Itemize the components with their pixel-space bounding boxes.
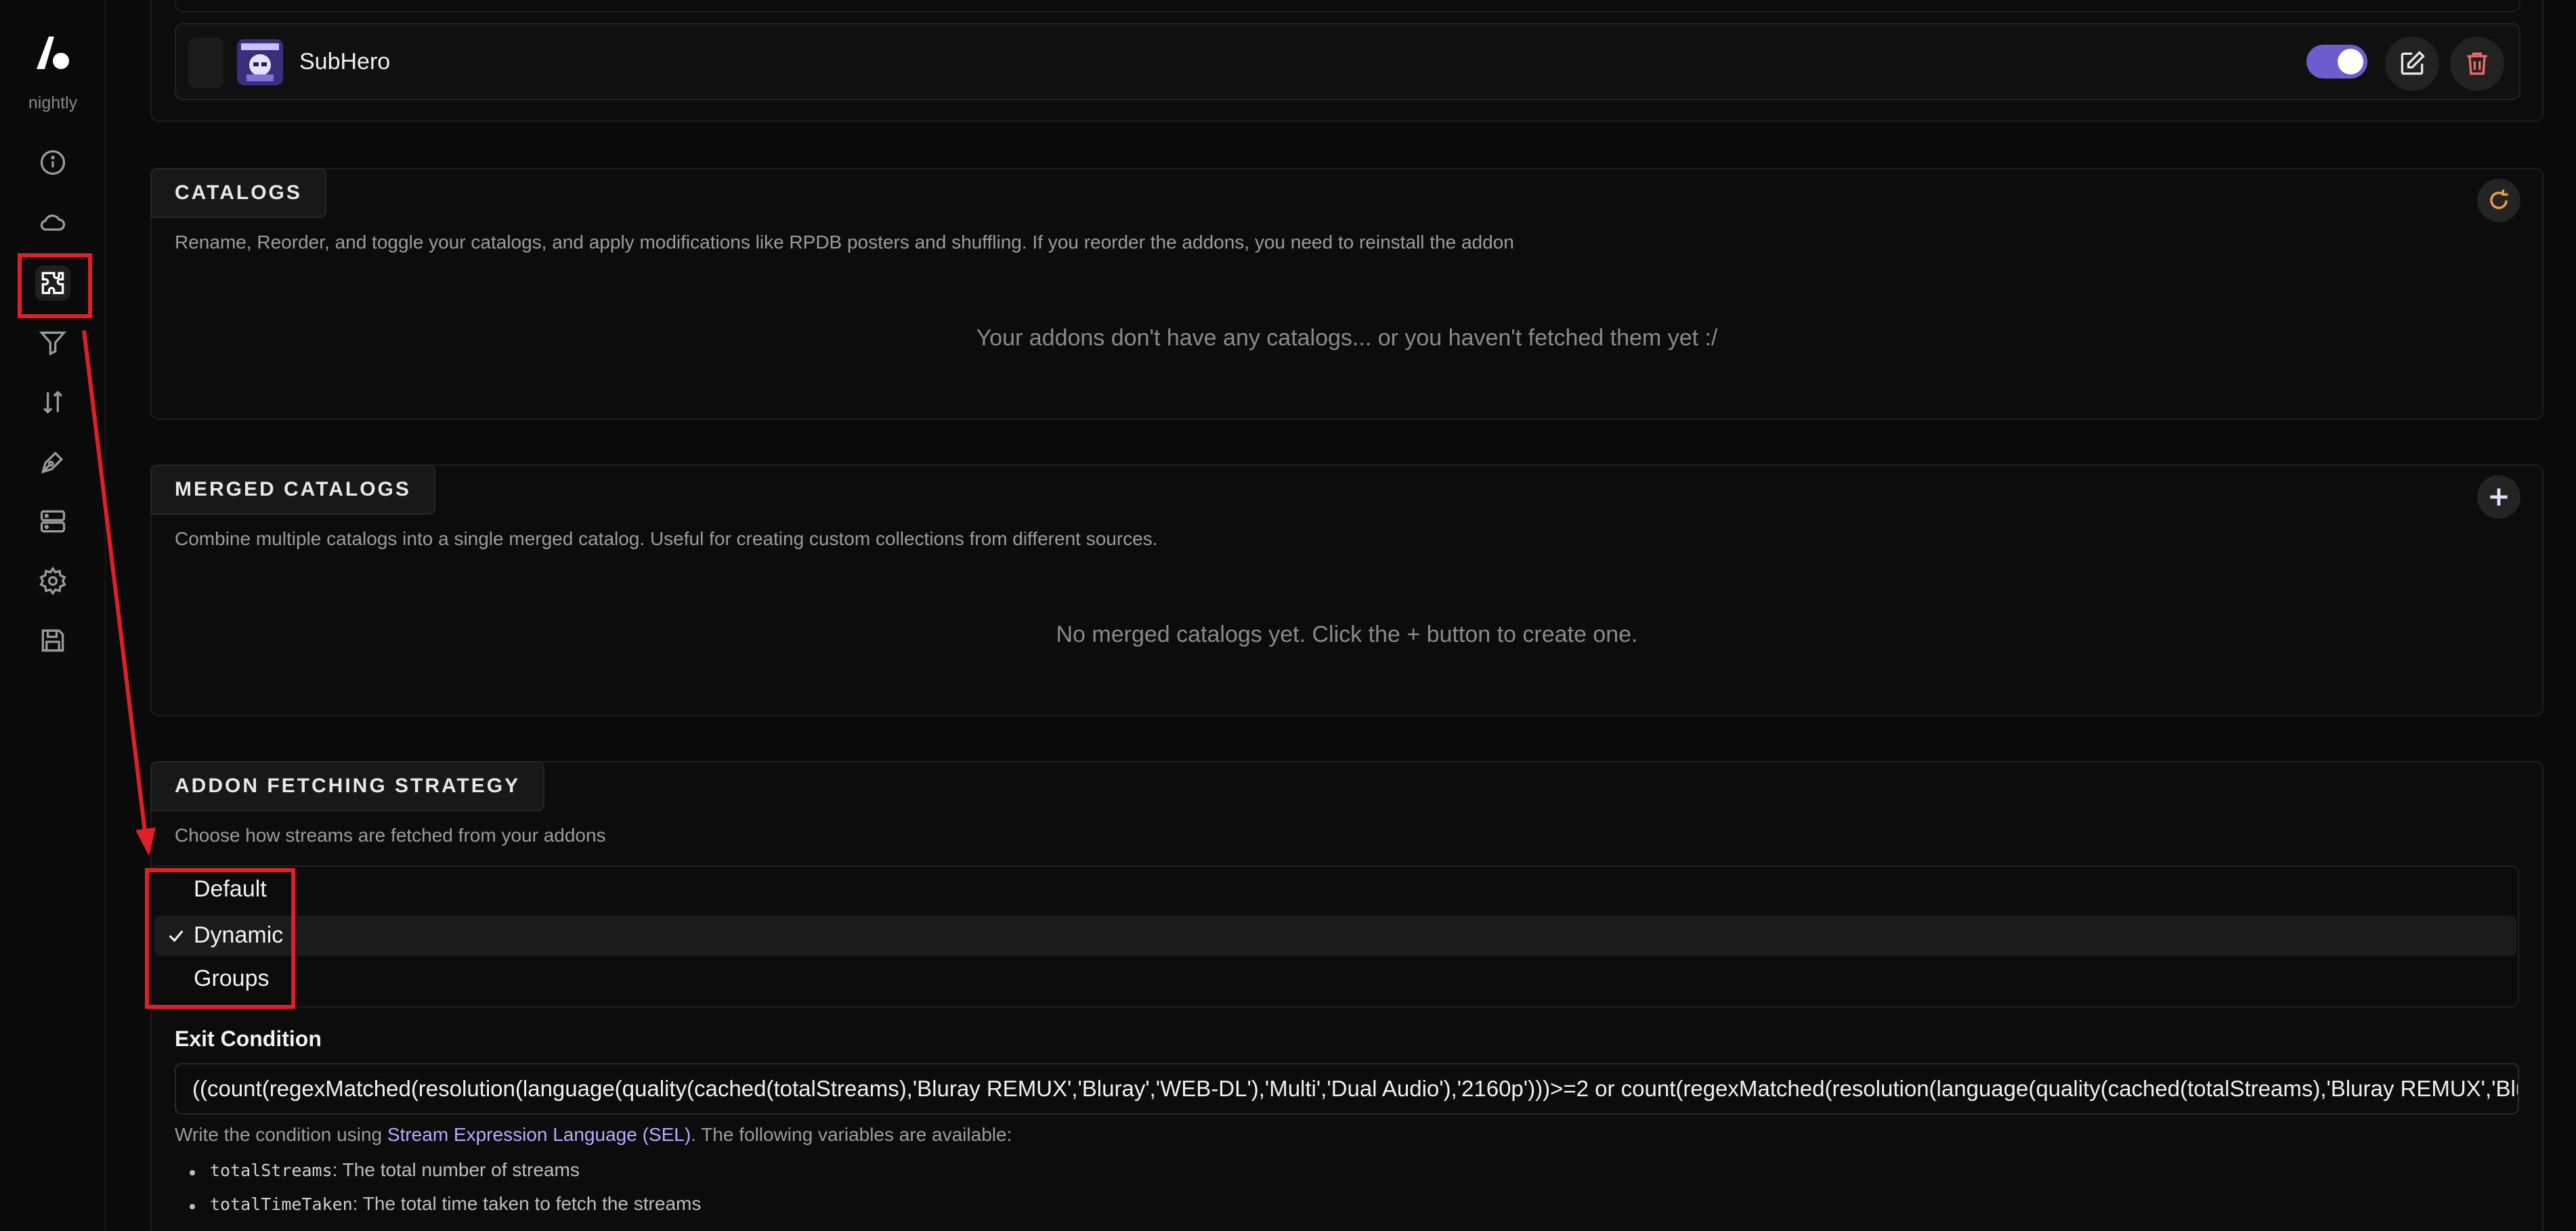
exit-condition-label: Exit Condition: [175, 1027, 322, 1051]
merged-catalogs-description: Combine multiple catalogs into a single …: [175, 528, 1158, 549]
info-icon: [40, 150, 66, 175]
cloud-icon: [40, 214, 66, 231]
catalogs-card: CATALOGS Rename, Reorder, and toggle you…: [150, 168, 2543, 420]
catalogs-description: Rename, Reorder, and toggle your catalog…: [175, 232, 1514, 253]
sidebar-item-proxy[interactable]: [35, 504, 70, 539]
option-label: Dynamic: [194, 922, 284, 948]
list-item: totalTimeTaken: The total time taken to …: [189, 1193, 702, 1227]
addon-row: SubHero: [175, 23, 2520, 100]
help-suffix: . The following variables are available:: [691, 1124, 1012, 1145]
sidebar-item-services[interactable]: [35, 204, 70, 240]
strategy-options-list: Default Dynamic Groups: [150, 865, 2519, 1008]
previous-addon-row: [175, 0, 2520, 12]
add-merged-catalog-button[interactable]: [2477, 475, 2520, 519]
toggle-knob: [2338, 49, 2363, 74]
fetching-strategy-title: ADDON FETCHING STRATEGY: [150, 761, 545, 811]
pen-tool-icon: [41, 451, 64, 474]
merged-catalogs-title: MERGED CATALOGS: [150, 465, 435, 515]
edit-icon: [2401, 51, 2425, 75]
save-icon: [41, 629, 64, 652]
catalogs-empty-message: Your addons don't have any catalogs... o…: [976, 325, 1718, 351]
sidebar-item-miscellaneous[interactable]: [35, 563, 70, 599]
help-prefix: Write the condition using: [175, 1124, 387, 1145]
sel-docs-link[interactable]: Stream Expression Language (SEL): [387, 1124, 691, 1145]
exit-condition-input[interactable]: ((count(regexMatched(resolution(language…: [175, 1063, 2519, 1115]
strategy-option-groups[interactable]: Groups: [154, 959, 2516, 999]
server-icon: [40, 510, 66, 533]
sidebar: nightly: [0, 0, 106, 1231]
strategy-option-dynamic[interactable]: Dynamic: [154, 915, 2516, 956]
variable-desc: : The total time taken to fetch the stre…: [352, 1193, 702, 1214]
refresh-icon: [2490, 190, 2508, 209]
addon-name: SubHero: [299, 49, 391, 74]
sidebar-item-formatter[interactable]: [35, 444, 70, 479]
variables-list: totalStreams: The total number of stream…: [189, 1159, 702, 1227]
trash-icon: [2467, 52, 2487, 75]
variable-desc: : The total number of streams: [332, 1159, 580, 1180]
refresh-catalogs-button[interactable]: [2477, 179, 2520, 222]
fetching-strategy-description: Choose how streams are fetched from your…: [175, 825, 606, 846]
sort-arrows-icon: [43, 390, 63, 414]
edit-addon-button[interactable]: [2385, 37, 2439, 91]
sidebar-item-save-install[interactable]: [35, 623, 70, 658]
sidebar-item-addons[interactable]: [35, 265, 70, 301]
strategy-option-default[interactable]: Default: [154, 869, 2516, 910]
filter-icon: [39, 331, 67, 356]
plus-icon: [2490, 488, 2508, 506]
gear-icon: [39, 566, 66, 596]
variable-code: totalTimeTaken: [210, 1194, 353, 1214]
sidebar-item-filters[interactable]: [35, 325, 70, 360]
sidebar-item-about[interactable]: [35, 145, 70, 180]
list-item: totalStreams: The total number of stream…: [189, 1159, 701, 1193]
merged-catalogs-card: MERGED CATALOGS Combine multiple catalog…: [150, 465, 2543, 716]
sidebar-item-sorting[interactable]: [35, 385, 70, 420]
check-icon: [169, 930, 184, 943]
option-label: Default: [194, 876, 267, 902]
app-logo-icon[interactable]: [31, 31, 74, 74]
brand-subtitle: nightly: [28, 93, 78, 112]
delete-addon-button[interactable]: [2450, 37, 2504, 91]
variable-code: totalStreams: [210, 1161, 332, 1180]
exit-condition-help: Write the condition using Stream Express…: [175, 1124, 1012, 1146]
option-label: Groups: [194, 966, 270, 991]
catalogs-title: CATALOGS: [150, 168, 326, 218]
addon-avatar-icon: [237, 39, 283, 85]
addon-enabled-toggle[interactable]: [2306, 45, 2367, 79]
drag-handle[interactable]: [188, 38, 223, 88]
puzzle-icon: [41, 272, 64, 295]
merged-catalogs-empty-message: No merged catalogs yet. Click the + butt…: [1056, 622, 1638, 647]
